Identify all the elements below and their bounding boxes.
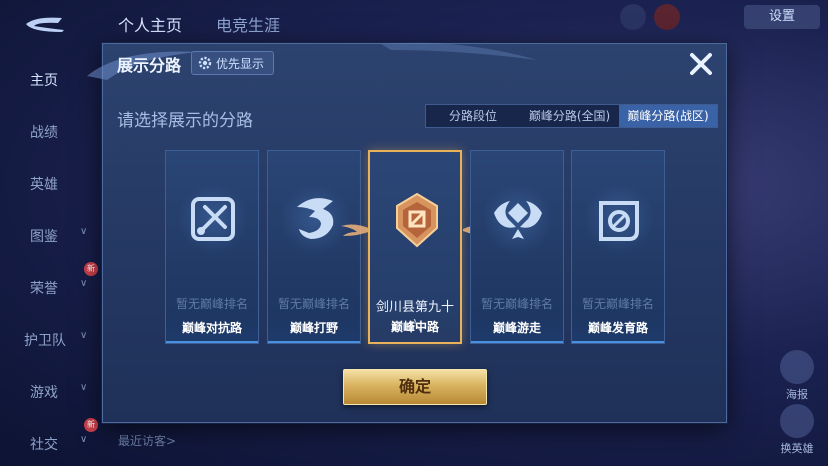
gold-crest-icon [396,192,438,248]
sidebar-item-label: 游戏 [30,385,58,401]
chevron-down-icon: ∨ [80,278,88,289]
sidebar-item-collection[interactable]: 图鉴 ∨ [30,226,87,246]
sidebar-item-record[interactable]: 战绩 [30,122,58,142]
tab-peak-lane-national[interactable]: 巅峰分路(全国) [520,105,619,127]
profile-sidebar: 主页 战绩 英雄 图鉴 ∨ 新 荣誉 ∨ 护卫队 ∨ 游戏 ∨ 新 社交 ∨ [0,48,100,466]
poster-icon [780,350,814,384]
poster-button-label: 海报 [786,388,808,401]
lane-rank-text: 暂无巅峰排名 [277,297,350,311]
new-badge: 新 [84,262,98,276]
dialog-title: 展示分路 [117,56,182,75]
new-badge: 新 [84,418,98,432]
left-wing-glow-icon [341,224,371,236]
confirm-button[interactable]: 确定 [343,369,487,405]
sidebar-item-social[interactable]: 社交 ∨ [30,434,87,454]
avatar[interactable] [654,4,680,30]
lane-name: 巅峰对抗路 [166,313,258,343]
back-logo-icon[interactable] [22,14,68,34]
tab-personal-home[interactable]: 个人主页 [118,12,182,36]
lane-card-roam[interactable]: 暂无巅峰排名 巅峰游走 [470,150,564,344]
close-icon[interactable] [688,51,714,77]
sidebar-item-label: 社交 [30,437,58,453]
lane-filter-tabs: 分路段位 巅峰分路(全国) 巅峰分路(战区) [425,104,718,128]
priority-display-button[interactable]: 优先显示 [191,51,275,75]
tab-lane-rank[interactable]: 分路段位 [426,105,520,127]
sidebar-item-game[interactable]: 游戏 ∨ [30,382,87,402]
lane-name: 巅峰发育路 [572,313,664,343]
sidebar-item-home[interactable]: 主页 [30,70,58,90]
lane-card-clash[interactable]: 暂无巅峰排名 巅峰对抗路 [165,150,259,344]
lane-card-mid[interactable]: 剑川县第九十六 巅峰中路 [368,150,462,344]
lane-card-jungle[interactable]: 暂无巅峰排名 巅峰打野 [267,150,361,344]
lane-card-farm[interactable]: 暂无巅峰排名 巅峰发育路 [571,150,665,344]
change-hero-icon [780,404,814,438]
lane-name: 巅峰游走 [471,313,563,343]
chevron-down-icon: ∨ [80,434,88,445]
change-hero-button[interactable]: 换英雄 [774,404,820,456]
chevron-down-icon: ∨ [80,226,88,237]
sidebar-item-label: 荣誉 [30,281,58,297]
chevron-down-icon: ∨ [80,382,88,393]
lane-name: 巅峰打野 [268,313,360,343]
gear-icon [198,56,212,70]
select-lane-prompt: 请选择展示的分路 [117,111,253,131]
tab-esports-career[interactable]: 电竞生涯 [216,12,280,36]
crosshair-icon [599,201,639,241]
tab-peak-lane-region[interactable]: 巅峰分路(战区) [619,105,717,127]
sidebar-item-heroes[interactable]: 英雄 [30,174,58,194]
lane-rank-text: 暂无巅峰排名 [175,297,248,311]
settings-button[interactable]: 设置 [744,5,820,29]
lane-name: 巅峰中路 [370,312,460,342]
change-hero-button-label: 换英雄 [780,442,814,455]
lane-rank-text: 暂无巅峰排名 [581,297,654,311]
profile-top-tabs: 个人主页 电竞生涯 [118,12,280,36]
lane-rank-text: 暂无巅峰排名 [480,297,553,311]
sidebar-item-honor[interactable]: 荣誉 ∨ [30,278,87,298]
wings-icon [494,201,542,239]
sword-shield-icon [191,197,235,241]
chevron-down-icon: ∨ [80,330,88,341]
sidebar-item-guard-team[interactable]: 护卫队 ∨ [24,330,87,350]
sidebar-item-label: 图鉴 [30,229,58,245]
priority-display-label: 优先显示 [216,56,265,71]
bell-icon[interactable] [620,4,646,30]
poster-button[interactable]: 海报 [774,350,820,402]
sidebar-item-label: 护卫队 [24,333,66,349]
dragon-icon [297,198,334,239]
lane-display-dialog: 展示分路 优先显示 请选择展示的分路 分路段位 巅峰分路(全国) 巅峰分路(战区… [87,42,727,423]
recent-visitors-link[interactable]: 最近访客> [118,432,176,449]
